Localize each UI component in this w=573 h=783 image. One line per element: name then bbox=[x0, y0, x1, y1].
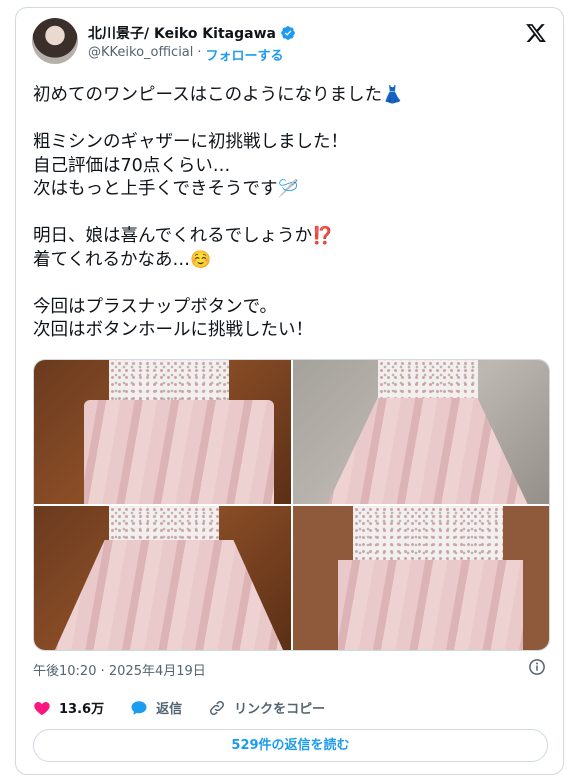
reply-label: 返信 bbox=[156, 702, 183, 717]
dress-bodice bbox=[377, 360, 478, 400]
read-replies-button[interactable]: 529件の返信を読む bbox=[33, 729, 548, 762]
photo-grid bbox=[33, 359, 550, 651]
tweet-line-1: 初めてのワンピースはこのようになりました bbox=[33, 85, 383, 105]
tweet-date: 2025年4月19日 bbox=[108, 664, 206, 679]
tweet-line-7: 明日、娘は喜んでくれるでしょうか bbox=[33, 226, 313, 246]
author-name-row: 北川景子/ Keiko Kitagawa bbox=[88, 23, 296, 43]
copy-link-label: リンクをコピー bbox=[234, 702, 326, 717]
exclamation-question-emoji-icon: ⁉️ bbox=[312, 226, 334, 246]
follow-button[interactable]: フォローする bbox=[206, 45, 284, 64]
x-logo-icon[interactable] bbox=[525, 22, 547, 44]
dress-photo-2[interactable] bbox=[292, 360, 549, 504]
verified-badge-icon bbox=[281, 26, 295, 40]
tweet-time: 午後10:20 bbox=[33, 664, 97, 679]
likes-count: 13.6万 bbox=[59, 702, 105, 717]
author-handle[interactable]: @KKeiko_official bbox=[88, 45, 193, 64]
tweet-timestamp[interactable]: 午後10:20 · 2025年4月19日 bbox=[33, 660, 206, 679]
dress-bodice bbox=[109, 360, 229, 402]
copy-link-button[interactable]: リンクをコピー bbox=[208, 698, 325, 717]
dress-photo-3[interactable] bbox=[34, 506, 291, 650]
action-bar: 13.6万 返信 リンクをコピー bbox=[33, 698, 351, 717]
reply-button[interactable]: 返信 bbox=[130, 698, 182, 717]
timestamp-separator: · bbox=[100, 664, 105, 679]
tweet-text: 初めてのワンピースはこのようになりました👗 粗ミシンのギャザーに初挑戦しました！… bbox=[33, 84, 553, 343]
author-name[interactable]: 北川景子/ Keiko Kitagawa bbox=[88, 23, 276, 43]
handle-row: @KKeiko_official · フォローする bbox=[88, 45, 284, 64]
dress-emoji-icon: 👗 bbox=[382, 85, 404, 105]
heart-icon bbox=[34, 701, 50, 715]
tweet-line-3: 粗ミシンのギャザーに初挑戦しました！ bbox=[33, 132, 348, 152]
dress-skirt bbox=[337, 560, 523, 650]
handle-separator: · bbox=[197, 45, 202, 60]
tweet-line-11: 次回はボタンホールに挑戦したい！ bbox=[33, 320, 313, 340]
link-icon bbox=[210, 700, 225, 715]
dress-bodice bbox=[109, 506, 219, 542]
info-icon[interactable] bbox=[528, 658, 546, 676]
smiling-face-emoji-icon: ☺️ bbox=[189, 249, 212, 270]
dress-photo-4[interactable] bbox=[292, 506, 549, 650]
dress-skirt bbox=[84, 400, 274, 504]
tweet-card: 北川景子/ Keiko Kitagawa @KKeiko_official · … bbox=[15, 7, 564, 775]
tweet-line-5: 次はもっと上手くできそうです bbox=[33, 179, 278, 199]
dress-bodice bbox=[352, 506, 503, 562]
dress-photo-1[interactable] bbox=[34, 360, 291, 504]
tweet-line-8: 着てくれるかなあ… bbox=[33, 249, 190, 270]
tweet-line-4: 自己評価は70点くらい… bbox=[33, 155, 231, 176]
needle-emoji-icon: 🪡 bbox=[277, 179, 299, 199]
avatar[interactable] bbox=[32, 18, 78, 64]
reply-bubble-icon bbox=[131, 700, 147, 715]
like-button[interactable]: 13.6万 bbox=[33, 698, 104, 717]
tweet-line-10: 今回はプラスナップボタンで。 bbox=[33, 296, 277, 317]
